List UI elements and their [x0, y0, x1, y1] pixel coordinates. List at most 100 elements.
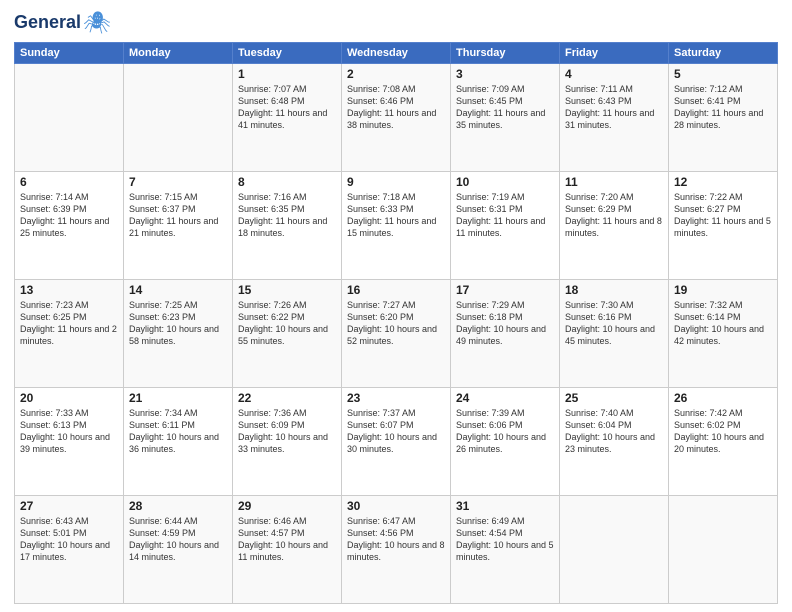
weekday-header-saturday: Saturday: [669, 43, 778, 64]
day-number: 30: [347, 499, 445, 513]
page: General 🕷 SundayMondayTuesdayWednesdayTh…: [0, 0, 792, 612]
calendar-cell: 20 Sunrise: 7:33 AM Sunset: 6:13 PM Dayli…: [15, 388, 124, 496]
day-info: Sunrise: 6:43 AM Sunset: 5:01 PM Dayligh…: [20, 515, 118, 564]
weekday-header-friday: Friday: [560, 43, 669, 64]
logo: General 🕷: [14, 10, 111, 36]
calendar-cell: [124, 64, 233, 172]
calendar-cell: 24 Sunrise: 7:39 AM Sunset: 6:06 PM Dayli…: [451, 388, 560, 496]
day-info: Sunrise: 7:19 AM Sunset: 6:31 PM Dayligh…: [456, 191, 554, 240]
calendar-cell: 6 Sunrise: 7:14 AM Sunset: 6:39 PM Daylig…: [15, 172, 124, 280]
calendar-cell: 21Sunrise: 7:34 AM Sunset: 6:11 PM Dayli…: [124, 388, 233, 496]
day-number: 10: [456, 175, 554, 189]
day-info: Sunrise: 7:27 AM Sunset: 6:20 PM Dayligh…: [347, 299, 445, 348]
day-number: 12: [674, 175, 772, 189]
week-row-1: 1Sunrise: 7:07 AM Sunset: 6:48 PM Daylig…: [15, 64, 778, 172]
day-info: Sunrise: 7:33 AM Sunset: 6:13 PM Dayligh…: [20, 407, 118, 456]
day-info: Sunrise: 6:46 AM Sunset: 4:57 PM Dayligh…: [238, 515, 336, 564]
day-info: Sunrise: 7:15 AM Sunset: 6:37 PM Dayligh…: [129, 191, 227, 240]
weekday-header-thursday: Thursday: [451, 43, 560, 64]
day-number: 6: [20, 175, 118, 189]
calendar-cell: 10 Sunrise: 7:19 AM Sunset: 6:31 PM Dayli…: [451, 172, 560, 280]
day-number: 2: [347, 67, 445, 81]
day-number: 11: [565, 175, 663, 189]
day-info: Sunrise: 7:12 AM Sunset: 6:41 PM Dayligh…: [674, 83, 772, 132]
calendar-cell: 22 Sunrise: 7:36 AM Sunset: 6:09 PM Dayli…: [233, 388, 342, 496]
weekday-header-monday: Monday: [124, 43, 233, 64]
day-number: 21: [129, 391, 227, 405]
day-number: 29: [238, 499, 336, 513]
day-number: 15: [238, 283, 336, 297]
day-info: Sunrise: 7:36 AM Sunset: 6:09 PM Dayligh…: [238, 407, 336, 456]
calendar-cell: 2 Sunrise: 7:08 AM Sunset: 6:46 PM Daylig…: [342, 64, 451, 172]
calendar-cell: 3 Sunrise: 7:09 AM Sunset: 6:45 PM Daylig…: [451, 64, 560, 172]
day-info: Sunrise: 7:08 AM Sunset: 6:46 PM Dayligh…: [347, 83, 445, 132]
day-number: 8: [238, 175, 336, 189]
calendar-cell: 7 Sunrise: 7:15 AM Sunset: 6:37 PM Daylig…: [124, 172, 233, 280]
calendar-cell: 31Sunrise: 6:49 AM Sunset: 4:54 PM Dayli…: [451, 496, 560, 604]
calendar-cell: 28 Sunrise: 6:44 AM Sunset: 4:59 PM Dayli…: [124, 496, 233, 604]
day-info: Sunrise: 7:37 AM Sunset: 6:07 PM Dayligh…: [347, 407, 445, 456]
day-info: Sunrise: 7:11 AM Sunset: 6:43 PM Dayligh…: [565, 83, 663, 132]
header: General 🕷: [14, 10, 778, 36]
day-info: Sunrise: 7:23 AM Sunset: 6:25 PM Dayligh…: [20, 299, 118, 348]
calendar-cell: [560, 496, 669, 604]
day-number: 27: [20, 499, 118, 513]
day-info: Sunrise: 7:29 AM Sunset: 6:18 PM Dayligh…: [456, 299, 554, 348]
day-number: 4: [565, 67, 663, 81]
day-number: 18: [565, 283, 663, 297]
logo-bird-icon: 🕷: [83, 10, 111, 36]
day-number: 24: [456, 391, 554, 405]
calendar-cell: 13Sunrise: 7:23 AM Sunset: 6:25 PM Dayli…: [15, 280, 124, 388]
day-number: 28: [129, 499, 227, 513]
day-number: 23: [347, 391, 445, 405]
day-number: 14: [129, 283, 227, 297]
calendar-table: SundayMondayTuesdayWednesdayThursdayFrid…: [14, 42, 778, 604]
day-number: 16: [347, 283, 445, 297]
day-number: 22: [238, 391, 336, 405]
calendar-cell: 26Sunrise: 7:42 AM Sunset: 6:02 PM Dayli…: [669, 388, 778, 496]
calendar-cell: 16 Sunrise: 7:27 AM Sunset: 6:20 PM Dayli…: [342, 280, 451, 388]
week-row-2: 6 Sunrise: 7:14 AM Sunset: 6:39 PM Daylig…: [15, 172, 778, 280]
calendar-cell: 5 Sunrise: 7:12 AM Sunset: 6:41 PM Daylig…: [669, 64, 778, 172]
calendar-cell: 15 Sunrise: 7:26 AM Sunset: 6:22 PM Dayli…: [233, 280, 342, 388]
day-info: Sunrise: 7:25 AM Sunset: 6:23 PM Dayligh…: [129, 299, 227, 348]
day-number: 9: [347, 175, 445, 189]
calendar-cell: [15, 64, 124, 172]
day-number: 1: [238, 67, 336, 81]
week-row-4: 20 Sunrise: 7:33 AM Sunset: 6:13 PM Dayli…: [15, 388, 778, 496]
calendar-cell: 17Sunrise: 7:29 AM Sunset: 6:18 PM Dayli…: [451, 280, 560, 388]
day-info: Sunrise: 7:14 AM Sunset: 6:39 PM Dayligh…: [20, 191, 118, 240]
calendar-cell: 30Sunrise: 6:47 AM Sunset: 4:56 PM Dayli…: [342, 496, 451, 604]
calendar-cell: 19Sunrise: 7:32 AM Sunset: 6:14 PM Dayli…: [669, 280, 778, 388]
day-info: Sunrise: 7:42 AM Sunset: 6:02 PM Dayligh…: [674, 407, 772, 456]
weekday-header-tuesday: Tuesday: [233, 43, 342, 64]
day-info: Sunrise: 7:30 AM Sunset: 6:16 PM Dayligh…: [565, 299, 663, 348]
day-number: 5: [674, 67, 772, 81]
calendar-cell: 4 Sunrise: 7:11 AM Sunset: 6:43 PM Daylig…: [560, 64, 669, 172]
day-info: Sunrise: 7:39 AM Sunset: 6:06 PM Dayligh…: [456, 407, 554, 456]
calendar-cell: 25 Sunrise: 7:40 AM Sunset: 6:04 PM Dayli…: [560, 388, 669, 496]
calendar-cell: [669, 496, 778, 604]
day-number: 3: [456, 67, 554, 81]
day-info: Sunrise: 7:18 AM Sunset: 6:33 PM Dayligh…: [347, 191, 445, 240]
day-number: 19: [674, 283, 772, 297]
calendar-cell: 12 Sunrise: 7:22 AM Sunset: 6:27 PM Dayli…: [669, 172, 778, 280]
calendar-cell: 23 Sunrise: 7:37 AM Sunset: 6:07 PM Dayli…: [342, 388, 451, 496]
day-info: Sunrise: 7:26 AM Sunset: 6:22 PM Dayligh…: [238, 299, 336, 348]
day-number: 20: [20, 391, 118, 405]
calendar-cell: 14 Sunrise: 7:25 AM Sunset: 6:23 PM Dayli…: [124, 280, 233, 388]
weekday-header-wednesday: Wednesday: [342, 43, 451, 64]
day-info: Sunrise: 7:22 AM Sunset: 6:27 PM Dayligh…: [674, 191, 772, 240]
week-row-3: 13Sunrise: 7:23 AM Sunset: 6:25 PM Dayli…: [15, 280, 778, 388]
calendar-cell: 9 Sunrise: 7:18 AM Sunset: 6:33 PM Daylig…: [342, 172, 451, 280]
day-info: Sunrise: 7:09 AM Sunset: 6:45 PM Dayligh…: [456, 83, 554, 132]
day-info: Sunrise: 7:40 AM Sunset: 6:04 PM Dayligh…: [565, 407, 663, 456]
day-info: Sunrise: 7:16 AM Sunset: 6:35 PM Dayligh…: [238, 191, 336, 240]
calendar-cell: 1Sunrise: 7:07 AM Sunset: 6:48 PM Daylig…: [233, 64, 342, 172]
weekday-header-row: SundayMondayTuesdayWednesdayThursdayFrid…: [15, 43, 778, 64]
day-number: 7: [129, 175, 227, 189]
day-info: Sunrise: 6:44 AM Sunset: 4:59 PM Dayligh…: [129, 515, 227, 564]
calendar-cell: 8 Sunrise: 7:16 AM Sunset: 6:35 PM Daylig…: [233, 172, 342, 280]
day-number: 25: [565, 391, 663, 405]
calendar-cell: 18 Sunrise: 7:30 AM Sunset: 6:16 PM Dayli…: [560, 280, 669, 388]
